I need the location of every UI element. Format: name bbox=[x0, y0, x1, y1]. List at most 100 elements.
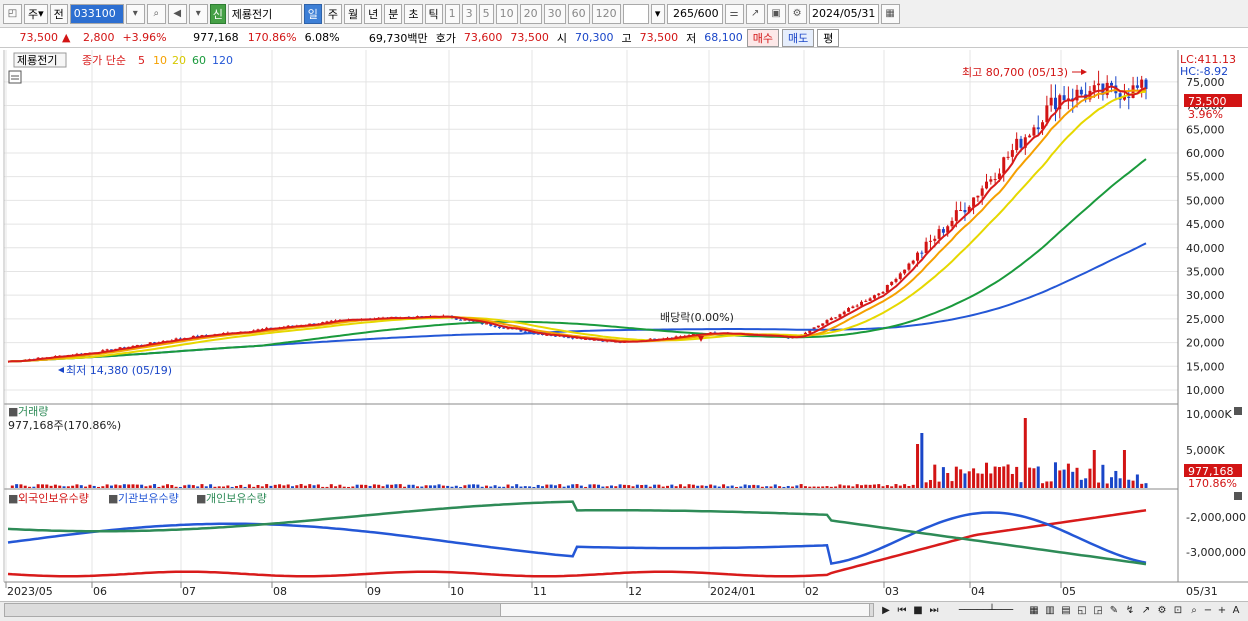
settings-gear-icon[interactable]: ⚙ bbox=[787, 3, 807, 24]
volume-bar bbox=[127, 484, 131, 488]
search-icon[interactable]: ⌕ bbox=[146, 3, 166, 24]
candle-body bbox=[1036, 127, 1040, 130]
volume-bar bbox=[928, 479, 932, 488]
max-price-annotation: 최고 80,700 (05/13) bbox=[962, 66, 1068, 79]
volume-bar bbox=[424, 485, 428, 488]
chart-tool-7-icon[interactable]: ↯ bbox=[1122, 601, 1138, 619]
timeframe-second[interactable]: 초 bbox=[404, 3, 423, 24]
chart-tool-5-icon[interactable]: ◲ bbox=[1090, 601, 1106, 619]
legend-marker-institution: ■ bbox=[108, 492, 118, 505]
flat-button[interactable]: 평 bbox=[817, 28, 840, 47]
font-size-icon[interactable]: A bbox=[1228, 601, 1244, 619]
interval-20[interactable]: 20 bbox=[519, 3, 542, 24]
volume-bar bbox=[601, 486, 605, 488]
volume-tick-5000k: 5,000K bbox=[1186, 444, 1225, 457]
interval-3[interactable]: 3 bbox=[461, 3, 477, 24]
zoom-slider[interactable]: ─────┴─── bbox=[950, 601, 1022, 619]
stock-name-field[interactable]: 제룡전기 bbox=[227, 3, 302, 24]
timeframe-week[interactable]: 주 bbox=[323, 3, 343, 24]
volume-bar bbox=[640, 485, 644, 488]
last-page-icon[interactable]: ⏭ bbox=[926, 601, 942, 619]
stock-chart[interactable]: 제룡전기 종가 단순 5 10 20 60 120 최고 80,700 (05/… bbox=[0, 50, 1248, 601]
stock-code-input[interactable]: 033100 bbox=[69, 3, 124, 24]
volume-panel-title: 거래량 bbox=[18, 405, 48, 418]
draw-tool-icon[interactable]: ↗ bbox=[745, 3, 765, 24]
volume-bar bbox=[467, 484, 471, 488]
volume-bar bbox=[575, 484, 579, 488]
volume-bar bbox=[532, 486, 536, 488]
timeframe-month[interactable]: 월 bbox=[344, 3, 363, 24]
candle-body bbox=[1010, 150, 1014, 157]
legend-marker-individual: ■ bbox=[196, 492, 206, 505]
interval-30[interactable]: 30 bbox=[543, 3, 566, 24]
bid-price: 73,500 bbox=[510, 31, 549, 44]
chart-tool-8-icon[interactable]: ↗ bbox=[1138, 601, 1154, 619]
volume-panel-close-icon[interactable] bbox=[1234, 407, 1242, 415]
volume-bar bbox=[282, 485, 286, 488]
interval-10[interactable]: 10 bbox=[495, 3, 518, 24]
volume-bar bbox=[1041, 483, 1045, 488]
save-icon[interactable]: ▣ bbox=[766, 3, 786, 24]
chart-tool-1-icon[interactable]: ▦ bbox=[1026, 601, 1042, 619]
chart-tool-4-icon[interactable]: ◱ bbox=[1074, 601, 1090, 619]
volume-bar bbox=[989, 473, 993, 488]
count-input[interactable]: 265/600 bbox=[666, 3, 723, 24]
interval-5[interactable]: 5 bbox=[478, 3, 494, 24]
candle-body bbox=[1049, 97, 1053, 106]
volume-bar bbox=[497, 486, 501, 488]
candle-body bbox=[881, 292, 885, 294]
interval-dropdown-icon[interactable]: ▾ bbox=[650, 3, 665, 24]
candle-body bbox=[954, 210, 958, 221]
candle-body bbox=[855, 305, 859, 307]
period-select[interactable]: 주 ▾ bbox=[24, 3, 48, 24]
volume-bar bbox=[985, 462, 989, 488]
interval-60[interactable]: 60 bbox=[567, 3, 590, 24]
holdings-panel-close-icon[interactable] bbox=[1234, 492, 1242, 500]
volume-bar bbox=[631, 486, 635, 488]
scrollbar-thumb[interactable] bbox=[500, 603, 870, 617]
speaker-icon[interactable]: ◀ bbox=[167, 3, 187, 24]
candle-body bbox=[847, 308, 851, 312]
candle-type-icon[interactable]: ⚌ bbox=[724, 3, 744, 24]
chart-tool-6-icon[interactable]: ✎ bbox=[1106, 601, 1122, 619]
timeframe-tick[interactable]: 틱 bbox=[424, 3, 443, 24]
trade-amount: 69,730백만 bbox=[368, 31, 428, 45]
volume-bar bbox=[489, 486, 493, 488]
buy-button[interactable]: 매수 bbox=[746, 28, 779, 47]
volume-bar bbox=[545, 484, 549, 488]
candle-body bbox=[963, 210, 967, 213]
chart-tool-3-icon[interactable]: ▤ bbox=[1058, 601, 1074, 619]
calculator-icon[interactable] bbox=[8, 70, 22, 84]
date-input[interactable]: 2024/05/31 bbox=[808, 3, 879, 24]
interval-120[interactable]: 120 bbox=[591, 3, 621, 24]
chart-tool-2-icon[interactable]: ▥ bbox=[1042, 601, 1058, 619]
volume-bar bbox=[997, 467, 1001, 488]
chart-tool-9-icon[interactable]: ⚙ bbox=[1154, 601, 1170, 619]
all-button[interactable]: 전 bbox=[49, 3, 68, 24]
current-price: 73,500 bbox=[19, 31, 59, 44]
menu-dropdown-icon[interactable]: ▾ bbox=[188, 3, 208, 24]
interval-1[interactable]: 1 bbox=[444, 3, 460, 24]
sell-button[interactable]: 매도 bbox=[781, 28, 815, 47]
volume-bar bbox=[795, 485, 799, 488]
timeframe-day[interactable]: 일 bbox=[303, 3, 322, 24]
first-page-icon[interactable]: ⏮ bbox=[894, 601, 910, 619]
volume-bar bbox=[898, 485, 902, 488]
volume-bar bbox=[10, 485, 14, 488]
timeframe-year[interactable]: 년 bbox=[364, 3, 383, 24]
volume-bar bbox=[549, 484, 553, 488]
window-menu-icon[interactable]: ◰ bbox=[3, 3, 22, 24]
code-dropdown-icon[interactable]: ▾ bbox=[125, 3, 145, 24]
candle-body bbox=[484, 323, 488, 325]
custom-interval-input[interactable] bbox=[622, 3, 649, 24]
scroll-right-icon[interactable]: ▶ bbox=[878, 601, 894, 619]
volume-bar bbox=[84, 486, 88, 488]
calendar-icon[interactable]: ▦ bbox=[880, 3, 900, 24]
volume-bar bbox=[316, 484, 320, 488]
stop-icon[interactable]: ■ bbox=[910, 601, 926, 619]
volume-bar bbox=[459, 486, 463, 488]
timeframe-minute[interactable]: 분 bbox=[384, 3, 403, 24]
chart-tool-10-icon[interactable]: ⊡ bbox=[1170, 601, 1186, 619]
volume-bar bbox=[101, 486, 105, 488]
volume-bar bbox=[868, 484, 872, 488]
